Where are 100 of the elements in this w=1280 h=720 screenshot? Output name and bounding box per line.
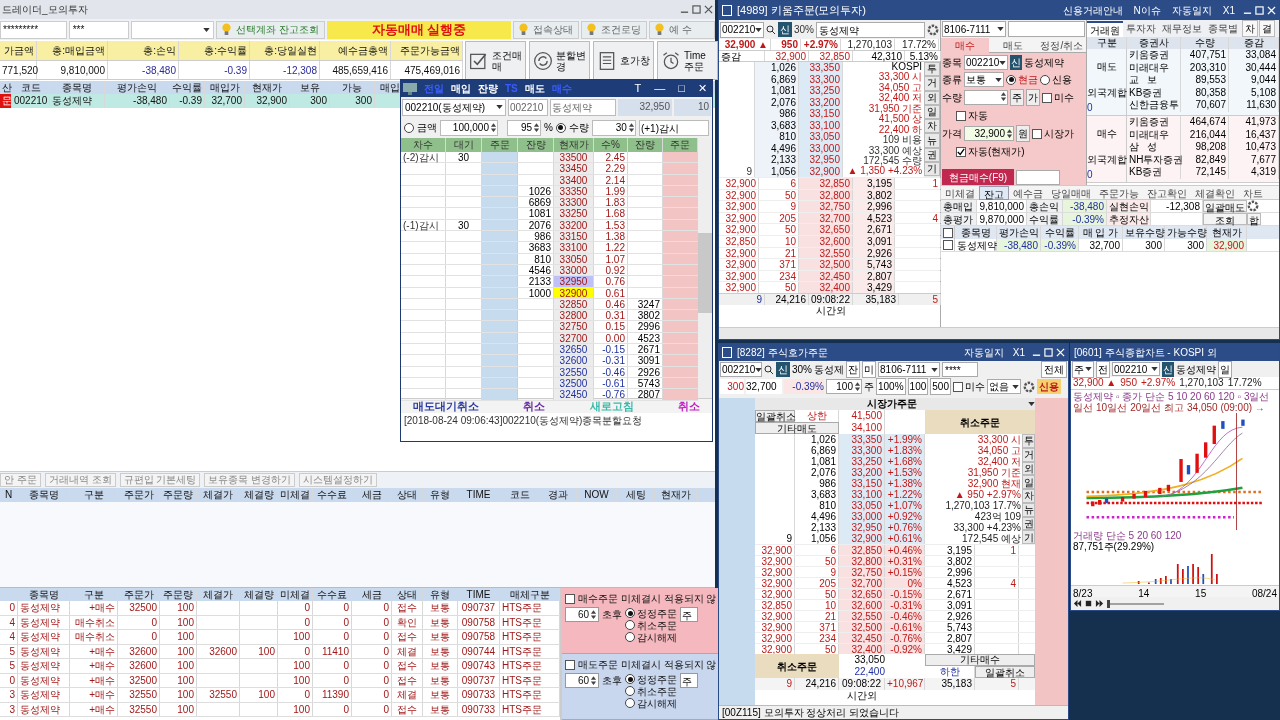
side-tab[interactable]: 일 [924, 104, 940, 120]
code-field[interactable]: 002210 [964, 55, 1008, 70]
tab[interactable]: 주문가능 [1095, 185, 1143, 200]
buy-order-cell[interactable] [482, 344, 518, 355]
radio-button[interactable] [625, 698, 635, 708]
status-button[interactable]: 조건로딩 [580, 20, 647, 39]
amount-field[interactable]: 100,000 [440, 119, 498, 136]
checkbox[interactable] [565, 593, 575, 604]
settings-icon[interactable] [1022, 380, 1035, 393]
tab[interactable]: 매입 [451, 81, 471, 96]
sell-order-cell[interactable] [663, 310, 698, 321]
tab[interactable]: 재무정보 [1159, 20, 1205, 37]
radio-button[interactable] [625, 686, 635, 696]
sell-order-cell[interactable] [663, 366, 698, 377]
spinner-arrows-icon[interactable] [590, 609, 597, 620]
tab[interactable]: 차트 [1239, 185, 1267, 200]
radio-button[interactable] [625, 632, 635, 642]
buy-order-cell[interactable] [482, 152, 518, 163]
side-tab[interactable]: 투 [924, 62, 940, 77]
sell-order-cell[interactable] [663, 163, 698, 174]
buy-order-cell[interactable] [482, 264, 518, 276]
tab-button[interactable]: 결 [1259, 20, 1275, 37]
order-quantity-field[interactable]: 100 [826, 379, 862, 394]
buy-order-cell[interactable] [482, 310, 518, 321]
buy-order-cell[interactable] [482, 366, 518, 377]
sell-order-cell[interactable] [663, 389, 698, 400]
radio-button[interactable] [625, 674, 635, 684]
order-type-field[interactable]: 주 [680, 607, 698, 622]
tab[interactable]: 매수 [941, 38, 990, 53]
radio-button[interactable] [555, 122, 566, 133]
select-all-checkbox[interactable] [942, 227, 953, 238]
stop-icon[interactable] [1084, 599, 1093, 608]
tab[interactable]: 당일매매 [1047, 185, 1095, 200]
tab[interactable]: 매도 [524, 81, 545, 96]
spinner-arrows-icon[interactable] [490, 122, 497, 133]
radio-button[interactable] [1040, 74, 1050, 85]
sell-order-cell[interactable] [663, 219, 698, 231]
password-field[interactable]: *** [68, 20, 129, 39]
side-tab[interactable]: 권 [1022, 516, 1035, 531]
unit-button[interactable]: 원 [1016, 125, 1030, 142]
close-icon[interactable] [704, 5, 713, 14]
password-field[interactable] [1008, 21, 1085, 37]
side-tab[interactable]: 뉴 [924, 133, 940, 148]
radio-button[interactable] [625, 608, 635, 618]
scroll-slider-icon[interactable] [1106, 599, 1166, 608]
other-buy-button[interactable]: 기타매수 [925, 654, 1035, 666]
tab[interactable]: 매도 [989, 38, 1038, 53]
tab[interactable]: 잔고 [979, 185, 1009, 200]
cancel-all-button[interactable]: 일괄취소 [975, 666, 1035, 678]
sell-order-cell[interactable] [663, 344, 698, 355]
radio-button[interactable] [1006, 74, 1016, 85]
buy-order-cell[interactable] [482, 389, 518, 400]
type-dropdown[interactable]: 보통 [964, 72, 1004, 87]
spinner-arrows-icon[interactable] [627, 122, 635, 133]
balance-button[interactable]: 합 [1247, 213, 1261, 225]
settings-icon[interactable] [1247, 200, 1259, 212]
title-link[interactable]: X1 [1219, 3, 1238, 18]
side-tab[interactable]: 기 [924, 162, 940, 177]
action-button[interactable]: 조건매매 [465, 41, 526, 80]
maximize-icon[interactable] [692, 5, 701, 14]
sell-order-cell[interactable] [663, 355, 698, 366]
scrollbar[interactable] [560, 588, 562, 720]
spinner-arrows-icon[interactable] [854, 381, 861, 392]
title-link[interactable]: N이슈 [1130, 3, 1164, 18]
sell-order-cell[interactable] [663, 276, 698, 287]
order-type-field[interactable]: 주 [680, 673, 698, 688]
window-button[interactable]: □ [675, 80, 688, 97]
radio-button[interactable] [404, 122, 414, 133]
radio-button[interactable] [625, 620, 635, 630]
buy-order-cell[interactable] [482, 174, 518, 185]
search-icon[interactable] [766, 24, 776, 35]
sell-order-cell[interactable] [663, 321, 698, 332]
sell-order-cell[interactable] [663, 174, 698, 185]
other-sell-button[interactable]: 기타매도 [755, 422, 839, 434]
action-button[interactable]: 분할변경 [529, 41, 590, 80]
spinner-arrows-icon[interactable] [1006, 128, 1013, 139]
tab[interactable]: 거래원 [1087, 20, 1123, 37]
unit-button[interactable]: 주 [1010, 89, 1024, 106]
status-button[interactable]: 예 수 [649, 20, 715, 39]
buy-order-cell[interactable] [482, 332, 518, 344]
account-field[interactable]: 8106-7111 [942, 21, 1006, 37]
checkbox[interactable] [1032, 128, 1042, 139]
tab[interactable]: 예수금 [1009, 185, 1047, 200]
checkbox[interactable] [952, 381, 963, 392]
action-button[interactable]: Time 주문 [657, 41, 718, 80]
tab[interactable]: 미체결 [941, 185, 979, 200]
side-tab[interactable]: 거 [924, 76, 940, 91]
all-button[interactable]: 전체 [1041, 361, 1067, 378]
input-field[interactable] [1016, 169, 1060, 185]
preset-button[interactable]: 100 [907, 378, 929, 395]
action-button[interactable]: 취소 [678, 397, 700, 415]
symbol-dropdown[interactable]: 002210(동성제약) [402, 98, 506, 116]
percent-field[interactable]: 95 [507, 119, 541, 136]
checkbox[interactable] [956, 110, 966, 121]
buy-order-cell[interactable] [482, 355, 518, 366]
sell-order-cell[interactable] [663, 298, 698, 310]
spinner-arrows-icon[interactable] [1000, 91, 1007, 102]
account-dropdown[interactable] [131, 20, 215, 39]
buy-order-column[interactable] [719, 398, 755, 705]
status-button[interactable]: 접속상태 [512, 20, 579, 39]
